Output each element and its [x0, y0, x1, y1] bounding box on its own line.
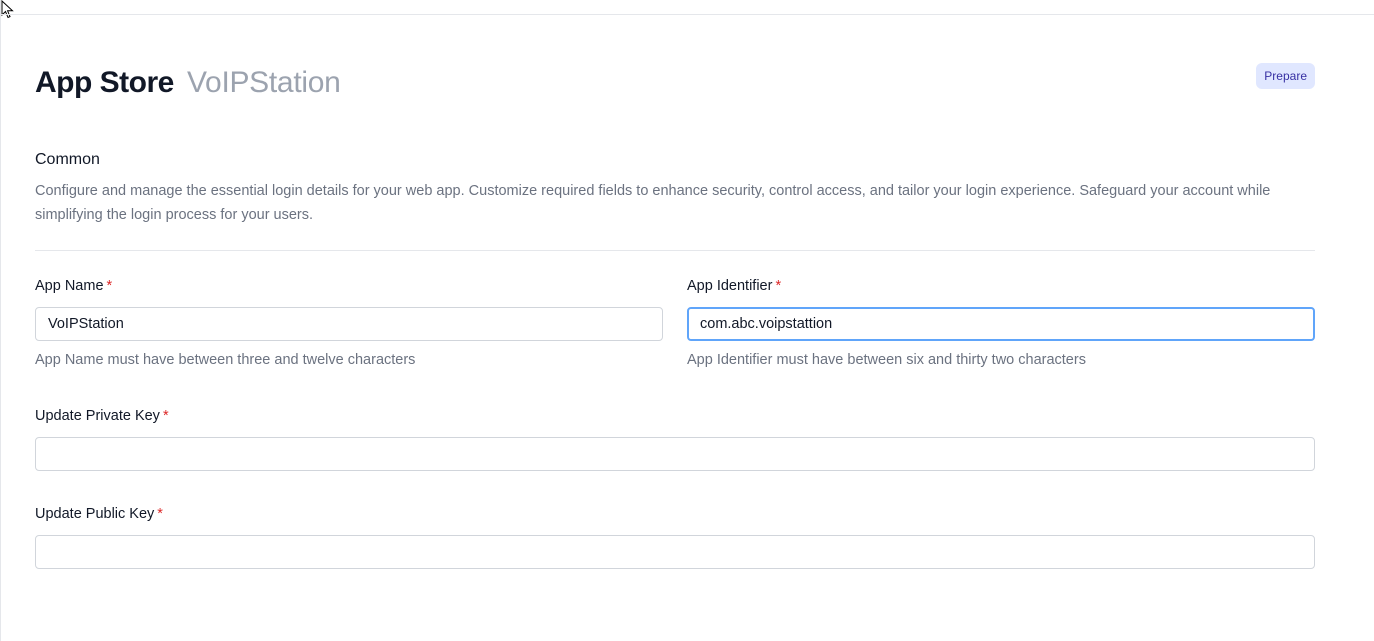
app-identifier-input[interactable]	[687, 307, 1315, 341]
required-mark: *	[106, 278, 113, 294]
app-name-label: App Name *	[35, 278, 112, 294]
app-name-subtitle: VoIPStation	[187, 66, 341, 99]
mouse-pointer-icon	[1, 0, 14, 19]
private-key-label-text: Update Private Key	[35, 408, 160, 424]
page-title: App Store	[35, 66, 174, 99]
private-key-input[interactable]	[35, 437, 1315, 471]
section-description: Configure and manage the essential login…	[35, 183, 1271, 223]
required-mark: *	[157, 506, 163, 522]
app-settings-page: App Store VoIPStation Prepare Common Con…	[0, 0, 1374, 641]
app-name-label-text: App Name	[35, 278, 104, 294]
public-key-input[interactable]	[35, 535, 1315, 569]
app-name-help: App Name must have between three and twe…	[35, 352, 416, 368]
required-mark: *	[775, 278, 782, 294]
public-key-label: Update Public Key *	[35, 506, 163, 522]
app-identifier-label-text: App Identifier	[687, 278, 773, 294]
private-key-label: Update Private Key *	[35, 408, 169, 424]
app-identifier-label: App Identifier *	[687, 278, 781, 294]
status-badge[interactable]: Prepare	[1256, 63, 1315, 89]
public-key-label-text: Update Public Key	[35, 506, 155, 522]
top-divider	[1, 14, 1374, 15]
app-identifier-help: App Identifier must have between six and…	[687, 352, 1086, 368]
section-divider	[35, 250, 1315, 251]
section-title: Common	[35, 151, 100, 168]
page-header: App Store VoIPStation Prepare	[35, 62, 1315, 106]
required-mark: *	[162, 408, 169, 424]
app-name-input[interactable]	[35, 307, 663, 341]
